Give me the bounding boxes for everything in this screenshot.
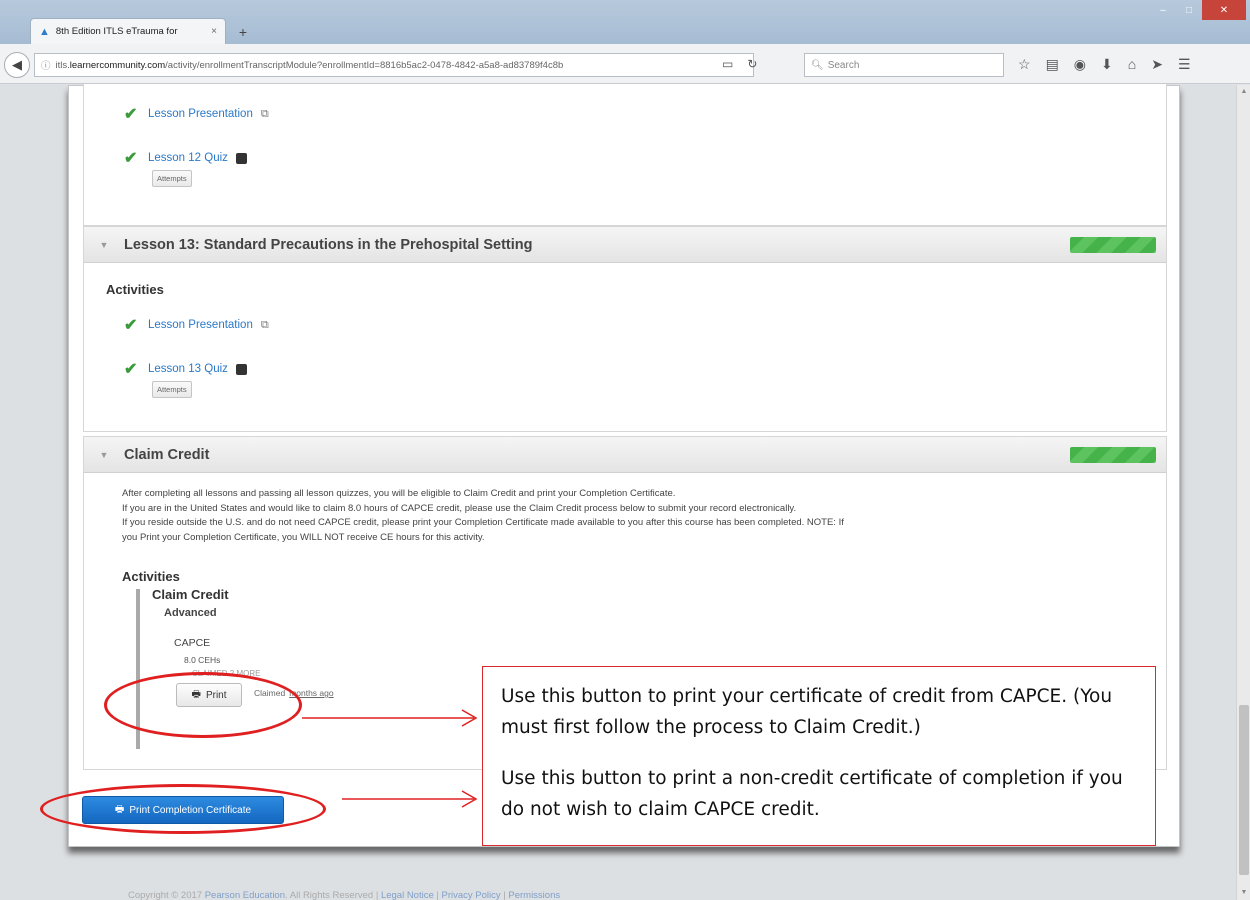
- activities-heading: Activities: [122, 569, 180, 584]
- print-button-highlight: [104, 672, 302, 738]
- external-link-icon: ⧉: [260, 107, 269, 120]
- lesson-13-presentation-item: ✔ Lesson Presentation ⧉: [124, 315, 269, 335]
- lesson-13-title: Lesson 13: Standard Precautions in the P…: [124, 236, 533, 253]
- claim-credit-title: Claim Credit: [124, 446, 210, 463]
- search-icon: 🔍︎: [811, 59, 824, 71]
- claim-credit-header[interactable]: ▼ Claim Credit: [84, 437, 1166, 473]
- quiz-icon: [235, 152, 247, 164]
- menu-icon[interactable]: ☰: [1178, 56, 1191, 73]
- send-icon[interactable]: ➤: [1151, 56, 1163, 73]
- url-host: learnercommunity.com: [69, 59, 166, 71]
- browser-tab[interactable]: ▲ 8th Edition ITLS eTrauma for ×: [30, 18, 226, 44]
- lesson-presentation-link[interactable]: Lesson Presentation: [148, 319, 253, 331]
- lesson-13-header[interactable]: ▼ Lesson 13: Standard Precautions in the…: [84, 227, 1166, 263]
- description-line: If you reside outside the U.S. and do no…: [122, 517, 844, 528]
- callout-print-text: Use this button to print your certificat…: [501, 686, 1113, 738]
- footer-separator: |: [503, 890, 506, 900]
- home-icon[interactable]: ⌂: [1128, 56, 1136, 73]
- download-icon[interactable]: ⬇: [1101, 56, 1113, 73]
- completed-check-icon: ✔: [124, 317, 138, 334]
- reader-view-icon[interactable]: ▭: [722, 57, 733, 71]
- credit-provider: CAPCE: [174, 637, 211, 649]
- tab-title: 8th Edition ITLS eTrauma for: [55, 26, 178, 37]
- site-info-icon[interactable]: ⓘ: [41, 58, 51, 72]
- annotation-callout: Use this button to print your certificat…: [482, 666, 1156, 846]
- completed-check-icon: ✔: [124, 106, 138, 123]
- bookmark-star-icon[interactable]: ☆: [1018, 56, 1031, 73]
- completed-check-icon: ✔: [124, 150, 138, 167]
- reload-icon[interactable]: ↻: [747, 57, 757, 71]
- callout-completion-text: Use this button to print a non-credit ce…: [501, 768, 1123, 820]
- lesson-13-quiz-link[interactable]: Lesson 13 Quiz: [148, 363, 228, 375]
- browser-toolbar: ☆ ▤ ◉ ⬇ ⌂ ➤ ☰: [1018, 56, 1191, 73]
- description-line: If you are in the United States and woul…: [122, 502, 797, 514]
- lesson-12-section: ✔ Lesson Presentation ⧉ ✔ Lesson 12 Quiz…: [83, 84, 1167, 226]
- legal-notice-link[interactable]: Legal Notice: [381, 890, 434, 900]
- bookmarks-list-icon[interactable]: ▤: [1046, 56, 1059, 73]
- lesson-12-quiz-item: ✔ Lesson 12 Quiz: [124, 148, 247, 168]
- attempts-button[interactable]: Attempts: [152, 170, 192, 187]
- scroll-down-arrow-icon[interactable]: ▼: [1237, 886, 1250, 900]
- progress-bar: [1070, 447, 1156, 463]
- url-path: /activity/enrollmentTranscriptModule?enr…: [165, 59, 564, 71]
- attempts-button[interactable]: Attempts: [152, 381, 192, 398]
- permissions-link[interactable]: Permissions: [508, 890, 560, 900]
- tab-close-icon[interactable]: ×: [211, 26, 217, 37]
- activities-heading: Activities: [106, 282, 164, 297]
- lesson-12-quiz-link[interactable]: Lesson 12 Quiz: [148, 152, 228, 164]
- description-line: After completing all lessons and passing…: [122, 488, 676, 499]
- url-actions: ▭ ↻: [722, 57, 757, 71]
- lesson-13-section: ▼ Lesson 13: Standard Precautions in the…: [83, 226, 1167, 432]
- lesson-12-presentation-item: ✔ Lesson Presentation ⧉: [124, 104, 269, 124]
- window-titlebar: ▲ 8th Edition ITLS eTrauma for × + – □ ✕: [0, 0, 1250, 44]
- url-prefix: itls.: [55, 59, 70, 71]
- lesson-presentation-link[interactable]: Lesson Presentation: [148, 108, 253, 120]
- collapse-chevron-icon[interactable]: ▼: [84, 450, 124, 460]
- external-link-icon: ⧉: [260, 318, 269, 331]
- description-line: you Print your Completion Certificate, y…: [122, 531, 485, 543]
- address-bar[interactable]: ⓘ itls.learnercommunity.com/activity/enr…: [34, 53, 754, 77]
- lesson-13-quiz-item: ✔ Lesson 13 Quiz: [124, 359, 247, 379]
- footer-rights: . All Rights Reserved |: [285, 890, 379, 900]
- progress-bar: [1070, 237, 1156, 253]
- maximize-icon[interactable]: □: [1176, 0, 1202, 20]
- new-tab-button[interactable]: +: [232, 22, 254, 42]
- credit-hours: 8.0 CEHs: [184, 655, 221, 665]
- minimize-icon[interactable]: –: [1150, 0, 1176, 20]
- window-controls: – □ ✕: [1150, 0, 1246, 20]
- claim-credit-description: After completing all lessons and passing…: [122, 487, 1162, 545]
- claim-level: Advanced: [164, 607, 217, 619]
- scrollbar-thumb[interactable]: [1239, 705, 1249, 875]
- pocket-icon[interactable]: ◉: [1074, 56, 1086, 73]
- scroll-up-arrow-icon[interactable]: ▲: [1237, 85, 1250, 99]
- vertical-scrollbar[interactable]: ▲ ▼: [1236, 85, 1250, 900]
- back-arrow-icon[interactable]: ◀: [4, 52, 30, 78]
- collapse-chevron-icon[interactable]: ▼: [84, 240, 124, 250]
- page-footer: Copyright © 2017 Pearson Education. All …: [128, 890, 560, 900]
- search-box[interactable]: 🔍︎ Search: [804, 53, 1004, 77]
- footer-copyright: Copyright © 2017: [128, 890, 203, 900]
- completed-check-icon: ✔: [124, 361, 138, 378]
- footer-separator: |: [436, 890, 439, 900]
- claim-activity-title: Claim Credit: [152, 587, 229, 602]
- search-placeholder: Search: [827, 59, 860, 71]
- browser-navbar: ◀ ⓘ itls.learnercommunity.com/activity/e…: [0, 44, 1250, 84]
- privacy-policy-link[interactable]: Privacy Policy: [442, 890, 501, 900]
- completion-button-highlight: [40, 784, 326, 834]
- window-close-icon[interactable]: ✕: [1202, 0, 1246, 20]
- footer-company-link[interactable]: Pearson Education: [205, 890, 285, 900]
- tab-favicon-icon: ▲: [39, 25, 50, 38]
- quiz-icon: [235, 363, 247, 375]
